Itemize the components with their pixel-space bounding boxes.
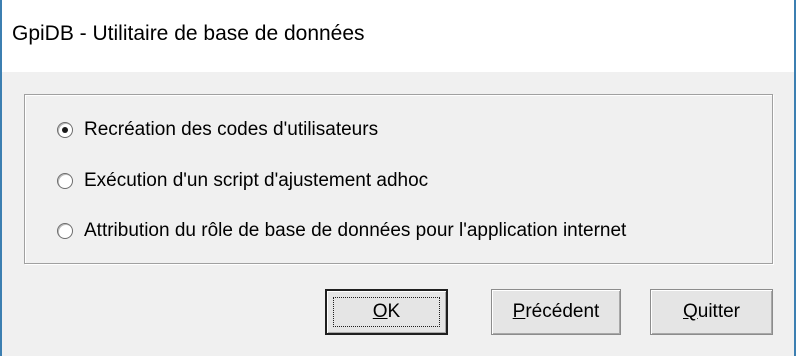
quit-label-rest: uitter (697, 301, 741, 322)
window-title: GpiDB - Utilitaire de base de données (12, 22, 365, 45)
radio-button[interactable] (57, 173, 73, 189)
quit-mnemonic: Q (682, 301, 698, 322)
option-run-adhoc-script[interactable]: Exécution d'un script d'ajustement adhoc (57, 166, 428, 196)
radio-button-selected[interactable] (57, 122, 73, 138)
option-assign-db-role[interactable]: Attribution du rôle de base de données p… (57, 216, 626, 246)
title-bar[interactable]: GpiDB - Utilitaire de base de données (2, 0, 794, 72)
radio-selected-dot (62, 127, 68, 133)
ok-mnemonic: O (372, 301, 388, 322)
options-group: Recréation des codes d'utilisateurs Exéc… (24, 94, 773, 264)
previous-label-rest: récédent (525, 301, 600, 322)
previous-mnemonic: P (512, 301, 526, 322)
option-recreate-user-codes[interactable]: Recréation des codes d'utilisateurs (57, 115, 378, 145)
previous-button[interactable]: Précédent (491, 289, 621, 335)
ok-button[interactable]: OK (325, 289, 448, 335)
ok-label-rest: K (387, 301, 401, 322)
option-label: Exécution d'un script d'ajustement adhoc (84, 170, 429, 191)
radio-button[interactable] (57, 223, 73, 239)
option-label: Recréation des codes d'utilisateurs (84, 119, 379, 140)
dialog-window: GpiDB - Utilitaire de base de données Re… (0, 0, 796, 356)
option-label: Attribution du rôle de base de données p… (84, 220, 627, 241)
quit-button[interactable]: Quitter (650, 289, 773, 335)
